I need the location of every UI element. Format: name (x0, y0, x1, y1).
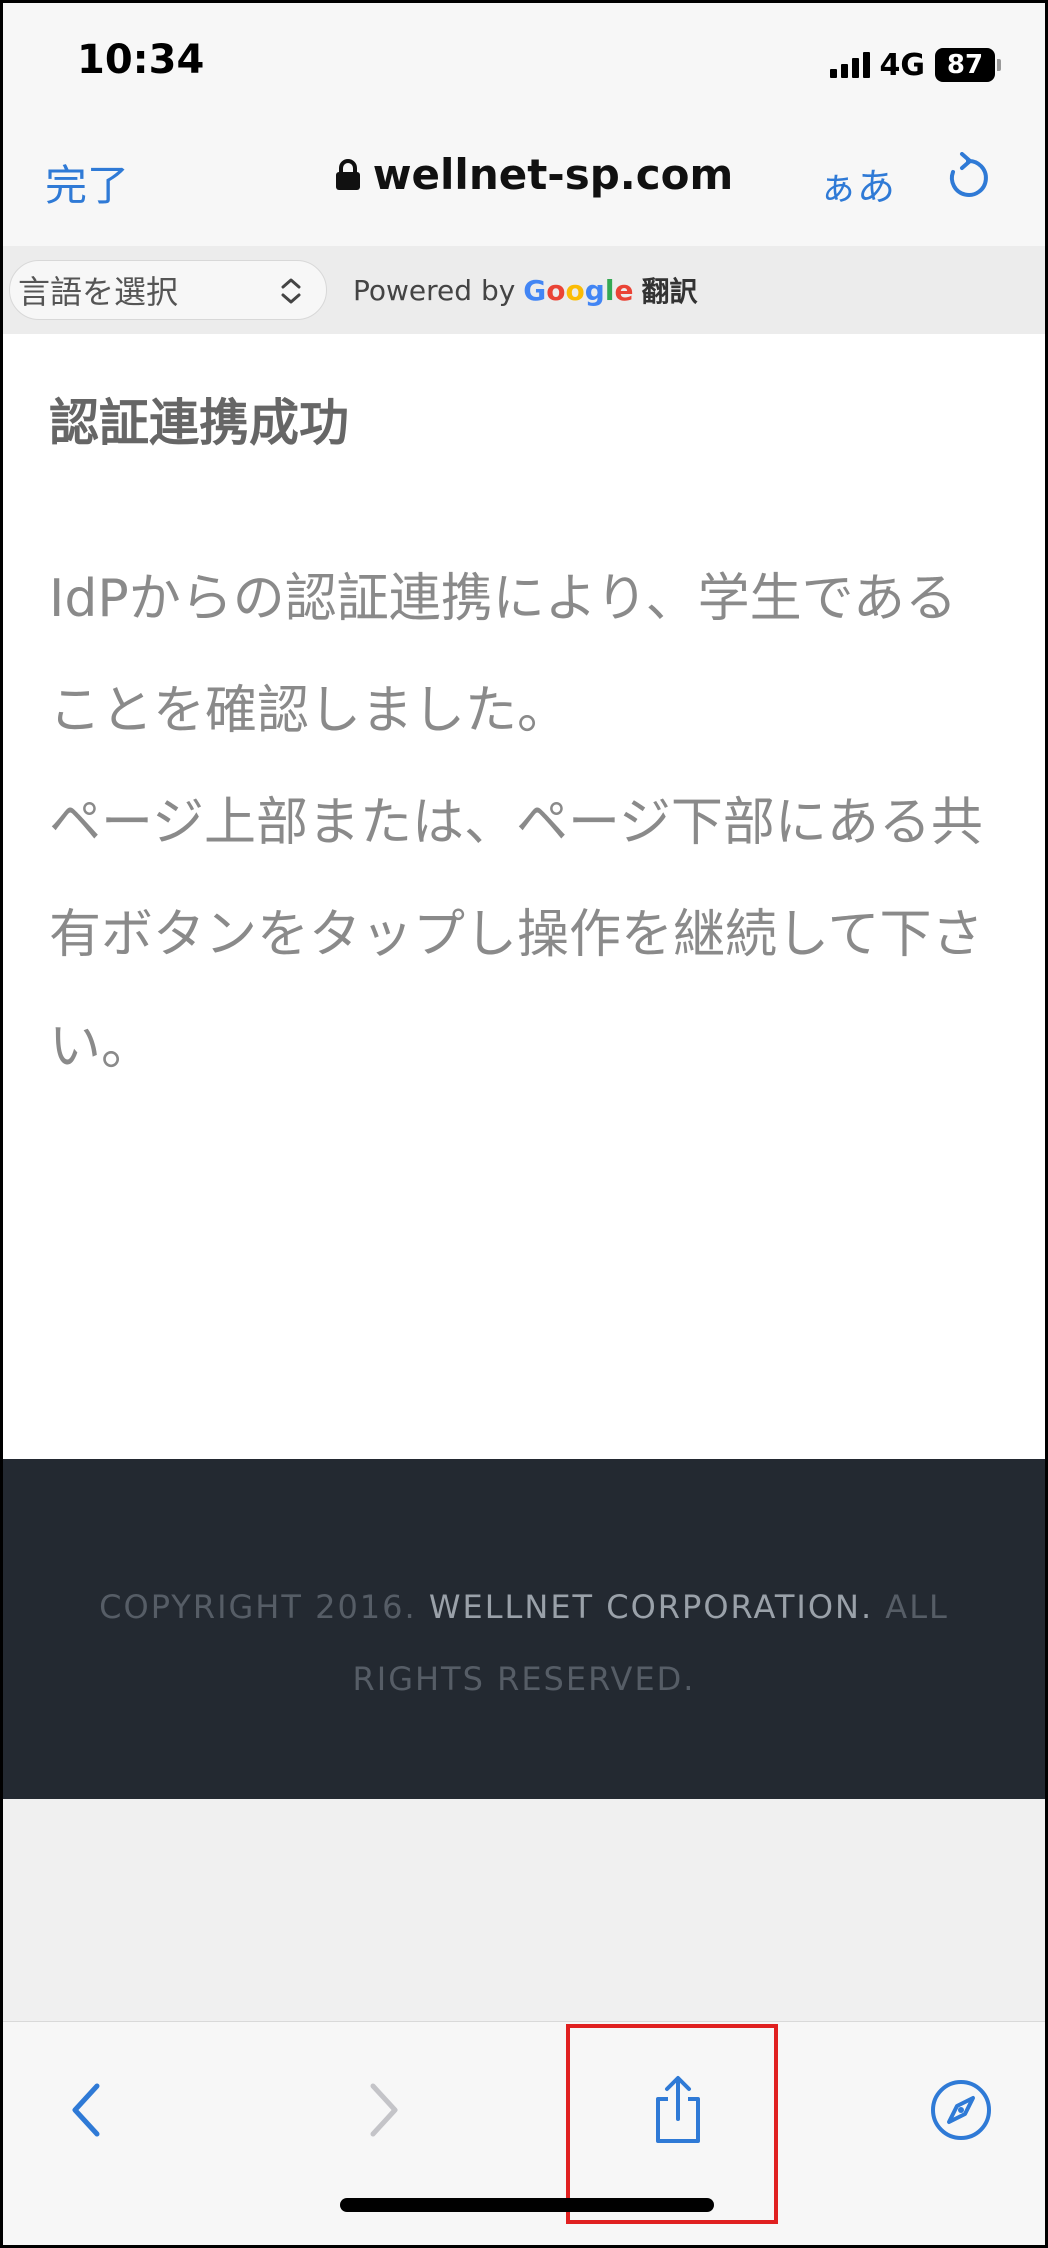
battery-icon: 87 (935, 48, 1001, 82)
language-select[interactable]: 言語を選択 (9, 260, 327, 320)
compass-icon (931, 2080, 991, 2140)
forward-button[interactable] (343, 2070, 423, 2150)
reload-icon (949, 152, 988, 197)
back-chevron-icon (72, 2083, 100, 2137)
status-time: 10:34 (77, 37, 205, 83)
lock-icon (335, 158, 360, 190)
copyright-text: COPYRIGHT 2016. WELLNET CORPORATION. ALL… (99, 1588, 949, 1698)
battery-level: 87 (935, 48, 995, 82)
url-text: wellnet-sp.com (372, 150, 734, 199)
translate-text: 翻訳 (641, 275, 698, 308)
network-type: 4G (879, 47, 926, 83)
status-indicators: 4G 87 (829, 47, 1001, 83)
back-button[interactable] (47, 2070, 127, 2150)
powered-by-text: Powered by (353, 273, 516, 307)
page-bottom-area (3, 1799, 1045, 2021)
powered-by-google-translate[interactable]: Powered by Google 翻訳 (353, 270, 697, 310)
message-paragraph: ページ上部または、ページ下部にある共有ボタンをタップし操作を継続して下さい。 (49, 793, 984, 1077)
google-logo: Google (523, 273, 634, 307)
language-select-label: 言語を選択 (18, 273, 179, 311)
forward-chevron-icon (370, 2083, 398, 2137)
copyright-brand: WELLNET CORPORATION. (428, 1588, 874, 1626)
status-bar: 10:34 4G 87 (3, 3, 1045, 128)
home-indicator[interactable] (340, 2198, 714, 2212)
signal-icon (829, 52, 870, 78)
page-title: 認証連携成功 (49, 394, 349, 452)
reload-button[interactable] (943, 152, 993, 202)
share-button-highlight (566, 2024, 778, 2224)
message-body: IdPからの認証連携により、学生であることを確認しました。 ページ上部または、ペ… (49, 543, 999, 1103)
safari-open-button[interactable] (921, 2070, 1001, 2150)
translate-bar: 言語を選択 Powered by Google 翻訳 (3, 246, 1045, 334)
select-arrows-icon (281, 278, 301, 304)
page-footer: COPYRIGHT 2016. WELLNET CORPORATION. ALL… (3, 1459, 1045, 1799)
browser-toolbar (3, 2021, 1045, 2245)
text-size-button[interactable]: ぁあ (819, 156, 895, 211)
browser-nav-bar: 完了 wellnet-sp.com ぁあ (3, 128, 1045, 247)
message-paragraph: IdPからの認証連携により、学生であることを確認しました。 (49, 569, 958, 741)
screen: 10:34 4G 87 完了 wellnet-sp.com ぁあ 言語を選択 P… (0, 0, 1048, 2248)
